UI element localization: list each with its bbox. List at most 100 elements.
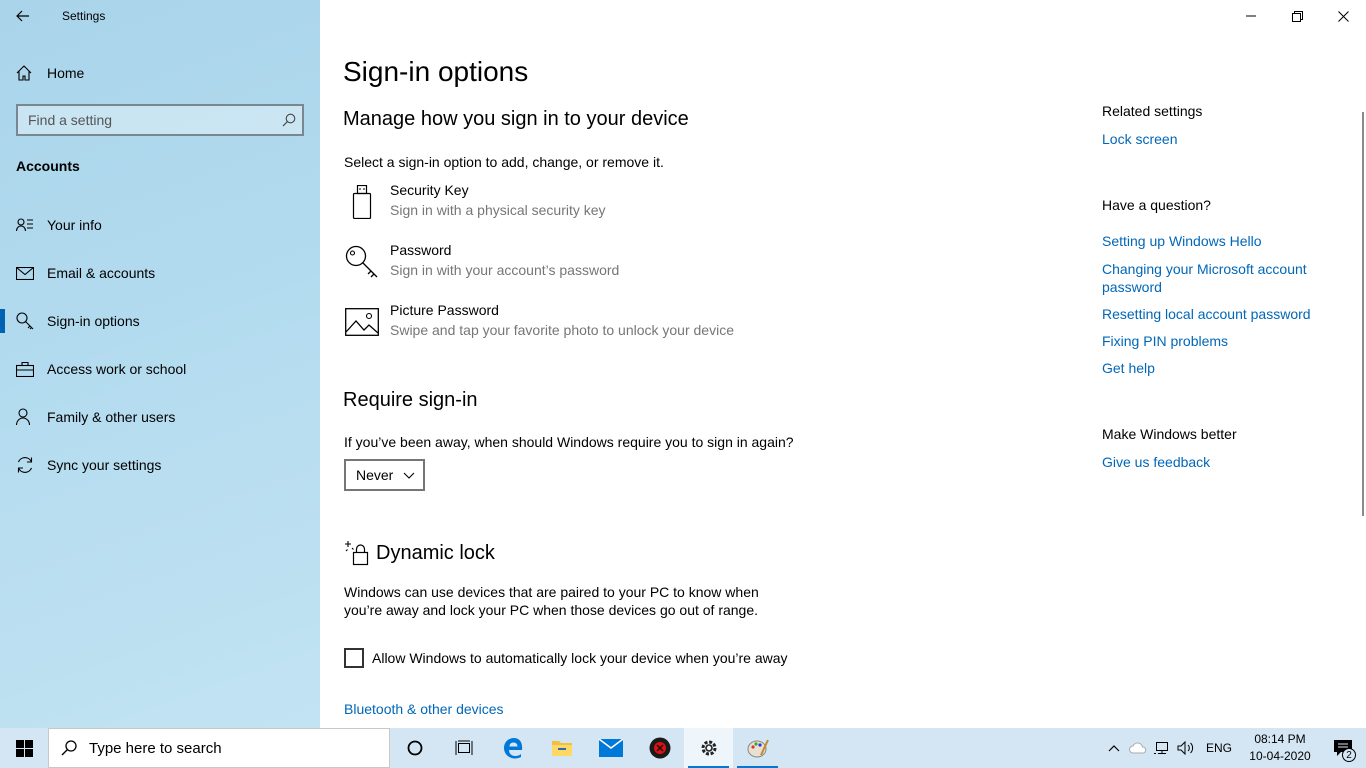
onedrive-button[interactable] (1126, 728, 1150, 768)
require-signin-question: If you’ve been away, when should Windows… (344, 434, 794, 450)
folder-icon (551, 741, 572, 756)
sidebar-home[interactable]: Home (0, 56, 320, 90)
volume-icon (1177, 741, 1194, 755)
mail-icon (14, 266, 36, 280)
volume-button[interactable] (1174, 728, 1198, 768)
lock-screen-link[interactable]: Lock screen (1102, 130, 1332, 148)
taskbar-file-explorer[interactable] (537, 728, 586, 768)
require-signin-dropdown[interactable]: Never (344, 459, 425, 491)
key-icon (344, 242, 380, 282)
task-view-icon (455, 740, 472, 755)
local-password-link[interactable]: Resetting local account password (1102, 305, 1332, 323)
pin-problems-link[interactable]: Fixing PIN problems (1102, 332, 1332, 350)
option-subtitle: Sign in with a physical security key (390, 202, 606, 218)
person-add-icon (14, 408, 36, 426)
title-bar: Settings (0, 0, 320, 32)
taskbar-paint[interactable] (733, 728, 782, 768)
windows-logo-icon (15, 739, 33, 757)
bluetooth-devices-link[interactable]: Bluetooth & other devices (344, 701, 504, 717)
feedback-link[interactable]: Give us feedback (1102, 453, 1332, 471)
scrollbar[interactable] (1362, 112, 1364, 516)
sidebar-item-your-info[interactable]: Your info (0, 201, 320, 249)
network-icon (1153, 742, 1168, 754)
input-language[interactable]: ENG (1206, 741, 1232, 755)
back-arrow-icon (16, 10, 29, 22)
sidebar-item-label: Email & accounts (47, 265, 156, 281)
start-button[interactable] (0, 728, 48, 768)
require-signin-heading: Require sign-in (343, 389, 478, 411)
dynamic-lock-checkbox[interactable] (344, 648, 364, 668)
taskbar-settings[interactable] (684, 728, 733, 768)
search-icon[interactable] (276, 113, 302, 127)
dynamic-lock-checkbox-label: Allow Windows to automatically lock your… (372, 650, 788, 666)
dynamic-lock-option[interactable]: Allow Windows to automatically lock your… (344, 648, 788, 668)
get-help-link[interactable]: Get help (1102, 359, 1332, 377)
dynamic-lock-header: Dynamic lock (344, 540, 495, 566)
question-heading: Have a question? (1102, 197, 1211, 213)
system-tray: ENG 08:14 PM 10-04-2020 2 (1102, 728, 1366, 768)
dynamic-lock-description: Windows can use devices that are paired … (344, 584, 759, 618)
sidebar-item-label: Sign-in options (47, 313, 140, 329)
restore-icon (1291, 10, 1303, 22)
gear-icon (701, 740, 716, 756)
taskbar-mail[interactable] (586, 728, 635, 768)
taskbar-search-placeholder: Type here to search (89, 739, 222, 757)
sidebar-item-label: Family & other users (47, 409, 176, 425)
sidebar-item-access-work[interactable]: Access work or school (0, 345, 320, 393)
option-subtitle: Swipe and tap your favorite photo to unl… (390, 322, 734, 338)
sidebar-item-family-users[interactable]: Family & other users (0, 393, 320, 441)
option-password[interactable]: Password Sign in with your account’s pas… (344, 242, 844, 286)
dynamic-lock-icon (345, 541, 369, 566)
sidebar-item-sync-settings[interactable]: Sync your settings (0, 441, 320, 489)
mail-icon (598, 739, 623, 757)
option-security-key[interactable]: Security Key Sign in with a physical sec… (344, 182, 844, 226)
minimize-button[interactable] (1228, 0, 1274, 32)
sidebar-item-label: Your info (47, 217, 102, 233)
task-view-button[interactable] (439, 728, 488, 768)
sidebar: Settings Home Accounts Your info Email &… (0, 0, 320, 728)
section-header-accounts: Accounts (16, 158, 80, 174)
chevron-up-icon (1108, 745, 1120, 752)
paint-icon (747, 739, 769, 758)
sidebar-item-sign-in-options[interactable]: Sign-in options (0, 297, 320, 345)
briefcase-icon (14, 361, 36, 377)
clock-time: 08:14 PM (1254, 732, 1306, 746)
cloud-icon (1128, 742, 1147, 754)
taskbar-app-red[interactable] (635, 728, 684, 768)
notification-count-badge: 2 (1342, 748, 1356, 762)
ms-account-password-link[interactable]: Changing your Microsoft account password (1102, 260, 1332, 296)
back-button[interactable] (0, 0, 46, 32)
setting-search-input[interactable] (28, 112, 276, 128)
dropdown-value: Never (356, 467, 394, 483)
make-windows-better-heading: Make Windows better (1102, 426, 1237, 442)
minimize-icon (1246, 15, 1256, 17)
network-button[interactable] (1150, 728, 1174, 768)
setting-search-box[interactable] (16, 104, 304, 136)
search-icon (49, 740, 89, 756)
clock-date: 10-04-2020 (1249, 749, 1311, 763)
home-icon (16, 65, 38, 81)
option-picture-password[interactable]: Picture Password Swipe and tap your favo… (344, 302, 844, 346)
dynamic-lock-heading: Dynamic lock (376, 541, 495, 564)
windows-hello-link[interactable]: Setting up Windows Hello (1102, 232, 1332, 250)
clock[interactable]: 08:14 PM 10-04-2020 (1240, 731, 1320, 765)
shield-app-icon (649, 737, 670, 759)
restore-button[interactable] (1274, 0, 1320, 32)
option-title: Picture Password (390, 302, 499, 318)
usb-key-icon (344, 182, 380, 222)
taskbar-edge[interactable] (488, 728, 537, 768)
chevron-down-icon (403, 472, 415, 479)
option-subtitle: Sign in with your account’s password (390, 262, 620, 278)
sidebar-item-label: Sync your settings (47, 457, 162, 473)
person-lines-icon (14, 218, 36, 232)
action-center-button[interactable]: 2 (1320, 728, 1366, 768)
cortana-button[interactable] (390, 728, 439, 768)
home-label: Home (47, 65, 85, 81)
sidebar-nav: Your info Email & accounts Sign-in optio… (0, 201, 320, 489)
page-title: Sign-in options (343, 56, 529, 87)
show-hidden-icons-button[interactable] (1102, 728, 1126, 768)
close-button[interactable] (1320, 0, 1366, 32)
sidebar-item-email-accounts[interactable]: Email & accounts (0, 249, 320, 297)
taskbar-search[interactable]: Type here to search (48, 728, 390, 768)
edge-icon (503, 738, 522, 759)
